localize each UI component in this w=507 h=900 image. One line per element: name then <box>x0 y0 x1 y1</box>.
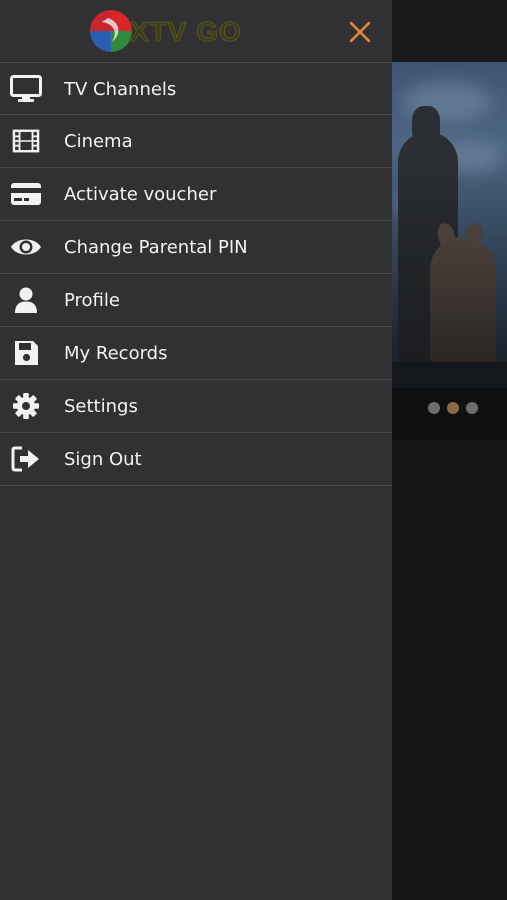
menu-item-sign-out[interactable]: Sign Out <box>0 433 392 486</box>
carousel-dot-1[interactable] <box>428 402 440 414</box>
background-topbar <box>392 0 507 62</box>
menu-item-my-records[interactable]: My Records <box>0 327 392 380</box>
close-drawer-button[interactable] <box>342 14 378 50</box>
carousel-dot-3[interactable] <box>466 402 478 414</box>
credit-card-icon <box>10 180 42 208</box>
eye-icon <box>10 233 42 261</box>
drawer-menu: TV Channels Cinema Activate voucher Chan… <box>0 62 392 486</box>
film-icon <box>10 127 42 155</box>
menu-label: Settings <box>64 396 138 417</box>
menu-item-activate-voucher[interactable]: Activate voucher <box>0 168 392 221</box>
menu-label: My Records <box>64 343 168 364</box>
menu-item-settings[interactable]: Settings <box>0 380 392 433</box>
drawer-header: XTV GO <box>0 0 392 62</box>
sign-out-icon <box>10 445 42 473</box>
navigation-drawer: XTV GO TV Channels Cinema Activate vouch… <box>0 0 392 900</box>
logo-mark-icon <box>90 10 132 52</box>
menu-item-profile[interactable]: Profile <box>0 274 392 327</box>
close-icon <box>349 21 371 43</box>
gear-icon <box>10 392 42 420</box>
carousel-dot-2[interactable] <box>447 402 459 414</box>
menu-label: TV Channels <box>64 79 177 100</box>
menu-label: Sign Out <box>64 449 142 470</box>
banner-figure-raccoon <box>430 237 496 367</box>
menu-item-tv-channels[interactable]: TV Channels <box>0 62 392 115</box>
menu-label: Change Parental PIN <box>64 237 248 258</box>
user-icon <box>10 286 42 314</box>
save-icon <box>10 339 42 367</box>
app-logo: XTV GO <box>88 8 268 54</box>
menu-label: Cinema <box>64 131 133 152</box>
menu-label: Profile <box>64 290 120 311</box>
menu-item-change-parental-pin[interactable]: Change Parental PIN <box>0 221 392 274</box>
brand-text: XTV GO <box>130 16 242 48</box>
menu-label: Activate voucher <box>64 184 217 205</box>
featured-banner[interactable] <box>392 62 507 440</box>
monitor-icon <box>10 75 42 103</box>
menu-item-cinema[interactable]: Cinema <box>0 115 392 168</box>
